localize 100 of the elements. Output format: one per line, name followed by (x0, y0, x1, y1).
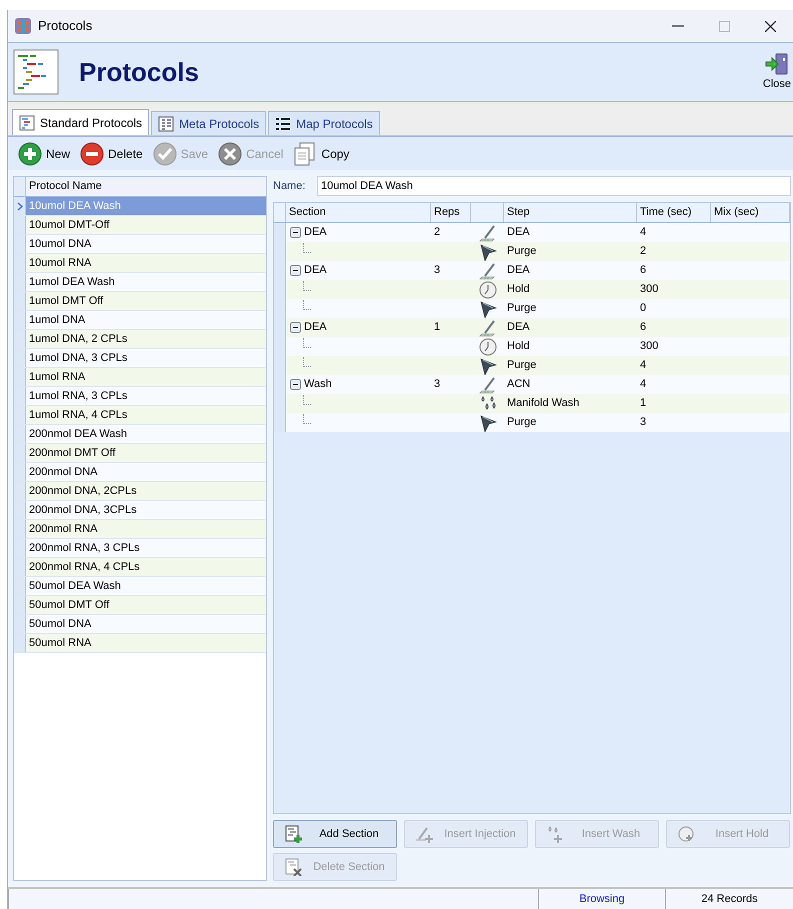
app-icon (14, 17, 32, 35)
delete-button[interactable]: Delete (78, 142, 145, 166)
copy-button[interactable]: Copy (291, 142, 352, 166)
column-header: Time (sec) (637, 203, 711, 222)
document-delete-icon (284, 858, 302, 876)
tab[interactable]: Map Protocols (268, 111, 380, 135)
column-header: Step (504, 203, 637, 222)
protocol-list-item[interactable]: 200nmol DMT Off (26, 444, 266, 462)
protocol-list-item[interactable]: 1umol RNA, 4 CPLs (26, 406, 266, 424)
protocol-list-item[interactable]: 50umol DEA Wash (26, 577, 266, 595)
collapse-toggle[interactable] (290, 379, 301, 390)
document-icon (158, 116, 174, 132)
minus-icon (80, 142, 104, 166)
protocol-list-item[interactable]: 200nmol RNA, 4 CPLs (26, 558, 266, 576)
step-name: Purge (507, 358, 536, 374)
tab[interactable]: Standard Protocols (12, 109, 150, 135)
protocol-list-item[interactable]: 1umol DNA (26, 311, 266, 329)
reps-value: 2 (434, 225, 440, 240)
time-value: 4 (640, 225, 646, 240)
tree-line (303, 394, 311, 404)
collapse-toggle[interactable] (290, 322, 301, 333)
tree-line (303, 300, 311, 310)
protocol-list-item[interactable]: 1umol DNA, 3 CPLs (26, 349, 266, 367)
protocol-logo-icon (13, 49, 59, 95)
close-button[interactable]: Close (762, 52, 791, 92)
time-value: 1 (640, 396, 646, 412)
droplets-add-icon (546, 825, 564, 843)
exit-door-icon (764, 52, 790, 76)
action-button[interactable]: Add Section (273, 820, 397, 848)
collapse-toggle[interactable] (290, 227, 301, 238)
copy-icon (293, 142, 318, 166)
section-name: DEA (304, 225, 327, 240)
time-value: 300 (640, 282, 658, 298)
protocol-list-item[interactable]: 50umol DMT Off (26, 596, 266, 614)
record-count: 24 Records (700, 892, 759, 907)
protocol-list-item[interactable]: 1umol DNA, 2 CPLs (26, 330, 266, 348)
time-value: 3 (640, 415, 646, 430)
tree-line (303, 242, 311, 252)
clock-add-icon (677, 825, 695, 843)
protocol-list-item[interactable]: 1umol DMT Off (26, 292, 266, 310)
protocol-list-item[interactable]: 10umol RNA (26, 254, 266, 272)
time-value: 2 (640, 244, 646, 260)
step-name: Manifold Wash (507, 396, 580, 412)
protocol-list-item[interactable]: 50umol DNA (26, 615, 266, 633)
x-icon (218, 142, 242, 166)
document-icon (19, 114, 35, 130)
pipette-icon (478, 262, 496, 280)
time-value: 300 (640, 339, 658, 354)
check-icon (152, 142, 177, 166)
step-name: Hold (507, 339, 530, 354)
minimize-icon (672, 25, 684, 27)
collapse-icon (290, 379, 301, 390)
tree-line (303, 414, 311, 424)
collapse-icon (290, 265, 301, 276)
pipette-icon (478, 376, 496, 394)
protocol-list-item[interactable]: 200nmol RNA, 3 CPLs (26, 539, 266, 557)
maximize-icon (718, 20, 730, 32)
collapse-icon (290, 322, 301, 333)
column-header: Mix (sec) (711, 203, 790, 222)
collapse-icon (290, 227, 301, 238)
collapse-toggle[interactable] (290, 265, 301, 276)
section-name: DEA (304, 320, 327, 336)
step-name: DEA (507, 320, 530, 336)
time-value: 6 (640, 263, 646, 278)
protocol-list-item[interactable]: 200nmol DNA (26, 463, 266, 481)
protocol-list-item[interactable]: 1umol RNA, 3 CPLs (26, 387, 266, 405)
protocol-list-item[interactable]: 200nmol DEA Wash (26, 425, 266, 443)
protocol-list-item[interactable]: 1umol RNA (26, 368, 266, 386)
step-name: Purge (507, 301, 536, 316)
new-button[interactable]: New (16, 142, 72, 166)
protocol-list-item[interactable]: 10umol DMT-Off (26, 216, 266, 234)
droplets-icon (478, 394, 496, 412)
step-name: Purge (507, 244, 536, 260)
step-name: Purge (507, 415, 536, 430)
section-name: DEA (304, 263, 327, 278)
protocol-list-item[interactable]: 200nmol DNA, 2CPLs (26, 482, 266, 500)
protocol-list-item[interactable]: 200nmol DNA, 3CPLs (26, 501, 266, 519)
document-add-icon (284, 825, 302, 843)
tab[interactable]: Meta Protocols (151, 111, 266, 135)
section-name: Wash (304, 377, 332, 392)
tree-line (303, 338, 311, 348)
header-title: Protocols (79, 56, 199, 88)
reps-value: 3 (434, 377, 440, 392)
plus-icon (18, 142, 42, 166)
window-title: Protocols (38, 17, 92, 36)
protocol-list-item[interactable]: 10umol DNA (26, 235, 266, 253)
time-value: 4 (640, 377, 646, 392)
step-name: ACN (507, 377, 530, 392)
status-mode: Browsing (539, 889, 666, 909)
time-value: 0 (640, 301, 646, 316)
document-icon (275, 116, 292, 132)
protocol-list-item[interactable]: 1umol DEA Wash (26, 273, 266, 291)
name-field[interactable]: 10umol DEA Wash (317, 176, 791, 196)
protocol-list-item[interactable]: 50umol RNA (26, 634, 266, 652)
protocol-list-item[interactable]: 200nmol RNA (26, 520, 266, 538)
column-header: Section (286, 203, 431, 222)
step-name: DEA (507, 225, 530, 240)
chevron-icon (16, 202, 22, 210)
pipette-add-icon (415, 825, 433, 843)
close-icon (764, 20, 776, 32)
